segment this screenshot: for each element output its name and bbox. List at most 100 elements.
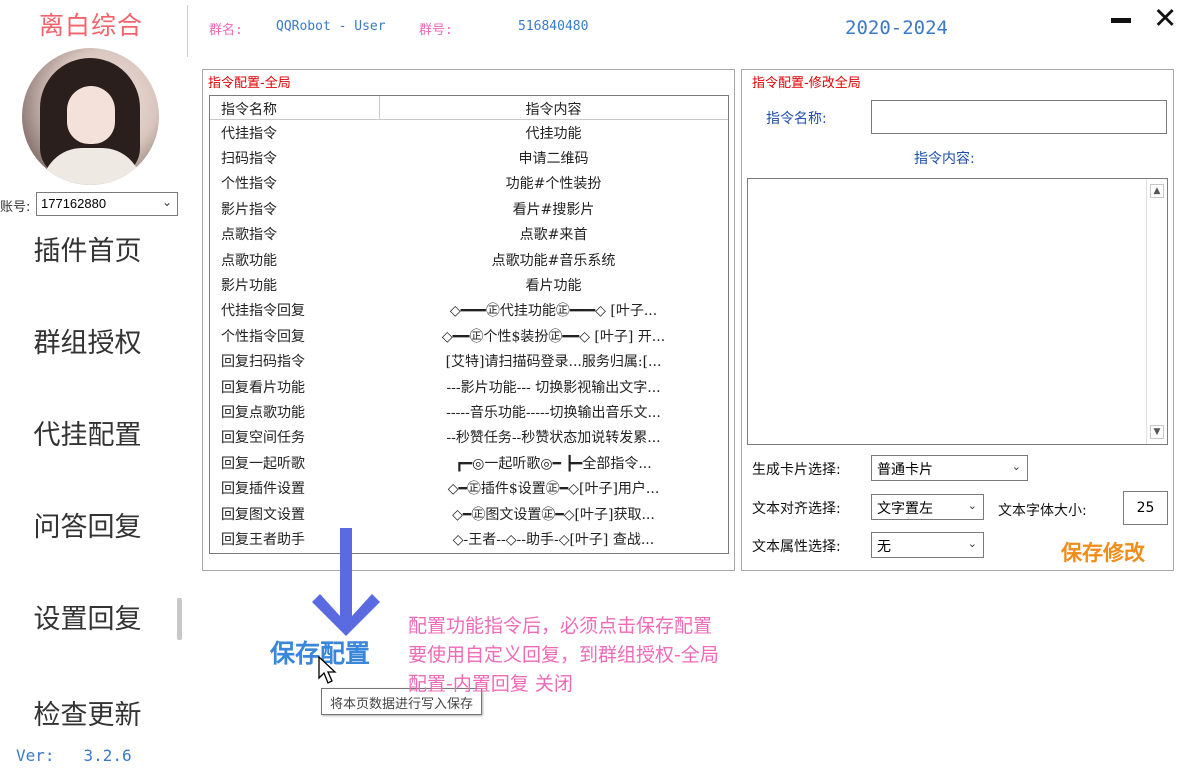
modify-command-title: 指令配置-修改全局 [752, 72, 861, 91]
table-row[interactable]: 扫码指令 申请二维码 [210, 145, 728, 170]
table-row[interactable]: 影片功能 看片功能 [210, 272, 728, 297]
font-size-input[interactable]: 25 [1123, 491, 1168, 525]
command-name-cell: 扫码指令 [221, 151, 277, 168]
command-content-cell: 代挂功能 [525, 125, 582, 142]
table-row[interactable]: 个性指令回复 ◇━━㊣个性$装扮㊣━━◇ [叶子] 开... [210, 323, 728, 348]
chevron-down-icon: ⌄ [967, 537, 977, 550]
nav-item-settings-reply[interactable]: 设置回复 [0, 597, 175, 636]
command-content-cell: [艾特]请扫描码登录...服务归属:[... [445, 354, 662, 371]
font-size-label: 文本字体大小: [998, 503, 1087, 519]
table-row[interactable]: 回复一起听歌 ┏━◎一起听歌◎━ ┣━全部指令... [210, 450, 728, 475]
nav-item-plugin-home[interactable]: 插件首页 [0, 229, 175, 268]
command-name-cell: 代挂指令回复 [221, 303, 305, 320]
nav-item-proxy-config[interactable]: 代挂配置 [0, 413, 175, 452]
table-row[interactable]: 代挂指令 代挂功能 [210, 120, 728, 145]
sidebar-scrollbar[interactable] [177, 598, 182, 640]
command-name-cell: 影片功能 [221, 278, 277, 295]
scroll-up-icon[interactable]: ▲ [1150, 184, 1164, 198]
command-content-cell: ◇━㊣图文设置㊣━◇[叶子]获取... [452, 506, 655, 523]
table-row[interactable]: 代挂指令回复 ◇━━━㊣代挂功能㊣━━━◇ [叶子... [210, 298, 728, 323]
global-command-config-title: 指令配置-全局 [208, 72, 291, 91]
command-content-cell: -----音乐功能-----切换输出音乐文... [446, 404, 661, 421]
close-button[interactable]: ✕ [1153, 4, 1177, 33]
card-select[interactable]: 普通卡片 ⌄ [871, 455, 1028, 481]
command-name-cell: 回复插件设置 [221, 481, 305, 498]
command-content-cell: ◇-王者--◇--助手-◇[叶子] 查战... [452, 531, 655, 548]
table-row[interactable]: 回复空间任务 --秒赞任务--秒赞状态加说转发累... [210, 425, 728, 450]
command-name-cell: 回复图文设置 [221, 506, 305, 523]
command-content-cell: 看片功能 [525, 278, 582, 295]
command-list[interactable]: 指令名称 指令内容 代挂指令 代挂功能扫码指令 申请二维码个性指令 功能#个性装扮影片… [209, 95, 729, 554]
scroll-down-icon[interactable]: ▼ [1150, 425, 1164, 439]
content-scrollbar[interactable]: ▲ ▼ [1146, 179, 1167, 444]
command-content-cell: 看片#搜影片 [512, 201, 595, 218]
command-rows: 代挂指令 代挂功能 扫码指令 申请二维码 个性指令 功能#个性装扮 影片指令 看片#搜影片 点歌… [210, 120, 728, 552]
table-row[interactable]: 回复看片功能 ---影片功能--- 切换影视输出文字... [210, 374, 728, 399]
app-title: 离白综合 [38, 11, 143, 40]
table-row[interactable]: 个性指令 功能#个性装扮 [210, 171, 728, 196]
avatar [22, 48, 159, 185]
table-row[interactable]: 回复插件设置 ◇━㊣插件$设置㊣━◇[叶子]用户... [210, 475, 728, 500]
nav-item-group-auth[interactable]: 群组授权 [0, 321, 175, 360]
table-row[interactable]: 点歌指令 点歌#来首 [210, 222, 728, 247]
command-name-cell: 回复一起听歌 [221, 455, 305, 472]
chevron-down-icon: ⌄ [161, 195, 172, 209]
hint-line-3: 配置-内置回复 关闭 [408, 673, 573, 695]
card-select-label: 生成卡片选择: [752, 462, 841, 478]
table-row[interactable]: 回复点歌功能 -----音乐功能-----切换输出音乐文... [210, 399, 728, 424]
command-content-cell: 功能#个性装扮 [505, 176, 602, 193]
nav-item-qa-reply[interactable]: 问答回复 [0, 505, 175, 544]
command-content-cell: 点歌功能#音乐系统 [491, 252, 616, 269]
command-name-cell: 回复点歌功能 [221, 404, 305, 421]
card-select-value: 普通卡片 [877, 462, 933, 478]
align-select[interactable]: 文字置左 ⌄ [871, 494, 984, 520]
command-content-label: 指令内容: [914, 151, 975, 167]
sidebar-divider [187, 5, 188, 57]
hint-line-1: 配置功能指令后，必须点击保存配置 [408, 615, 713, 637]
command-name-input[interactable] [871, 100, 1167, 134]
table-row[interactable]: 回复图文设置 ◇━㊣图文设置㊣━◇[叶子]获取... [210, 501, 728, 526]
command-content-cell: ◇━━㊣个性$装扮㊣━━◇ [叶子] 开... [441, 328, 666, 345]
command-name-cell: 回复看片功能 [221, 379, 305, 396]
table-row[interactable]: 回复扫码指令 [艾特]请扫描码登录...服务归属:[... [210, 349, 728, 374]
column-header-content[interactable]: 指令内容 [379, 96, 728, 119]
command-content-cell: ◇━㊣插件$设置㊣━◇[叶子]用户... [447, 481, 660, 498]
nav-item-check-update[interactable]: 检查更新 [0, 693, 175, 732]
group-id: 516840480 [518, 19, 589, 34]
attr-select-label: 文本属性选择: [752, 539, 841, 555]
align-select-label: 文本对齐选择: [752, 501, 841, 517]
table-row[interactable]: 点歌功能 点歌功能#音乐系统 [210, 247, 728, 272]
attr-select[interactable]: 无 ⌄ [871, 532, 984, 558]
group-id-label: 群号: [419, 23, 453, 38]
command-content-cell: ┏━◎一起听歌◎━ ┣━全部指令... [455, 455, 652, 472]
hint-line-2: 要使用自定义回复，到群组授权-全局 [408, 644, 719, 666]
save-modify-button[interactable]: 保存修改 [1061, 537, 1145, 567]
years-label: 2020-2024 [845, 17, 948, 39]
command-name-label: 指令名称: [766, 111, 827, 127]
table-row[interactable]: 回复王者助手 ◇-王者--◇--助手-◇[叶子] 查战... [210, 526, 728, 551]
command-name-cell: 代挂指令 [221, 125, 277, 142]
version-info: Ver: 3.2.6 [16, 746, 132, 765]
command-content-textarea[interactable]: ▲ ▼ [747, 178, 1168, 445]
command-content-cell: 点歌#来首 [519, 227, 588, 244]
column-header-name[interactable]: 指令名称 [210, 96, 379, 119]
minimize-button[interactable] [1111, 18, 1131, 23]
group-name-label: 群名: [209, 23, 243, 38]
table-row[interactable]: 影片指令 看片#搜影片 [210, 196, 728, 221]
account-label: 账号: [0, 200, 31, 215]
account-value: 177162880 [41, 196, 107, 211]
command-name-cell: 回复扫码指令 [221, 354, 305, 371]
command-content-cell: ---影片功能--- 切换影视输出文字... [446, 379, 661, 396]
command-name-cell: 个性指令 [221, 176, 277, 193]
account-select[interactable]: 177162880 ⌄ [36, 192, 178, 216]
down-arrow-icon [312, 528, 380, 636]
command-name-cell: 影片指令 [221, 201, 277, 218]
chevron-down-icon: ⌄ [1011, 460, 1021, 473]
command-name-cell: 点歌指令 [221, 227, 277, 244]
command-content-cell: 申请二维码 [518, 151, 589, 168]
command-name-cell: 回复空间任务 [221, 430, 305, 447]
chevron-down-icon: ⌄ [967, 499, 977, 512]
version-label: Ver: [16, 746, 55, 765]
align-select-value: 文字置左 [877, 501, 933, 517]
command-list-header: 指令名称 指令内容 [210, 96, 728, 120]
